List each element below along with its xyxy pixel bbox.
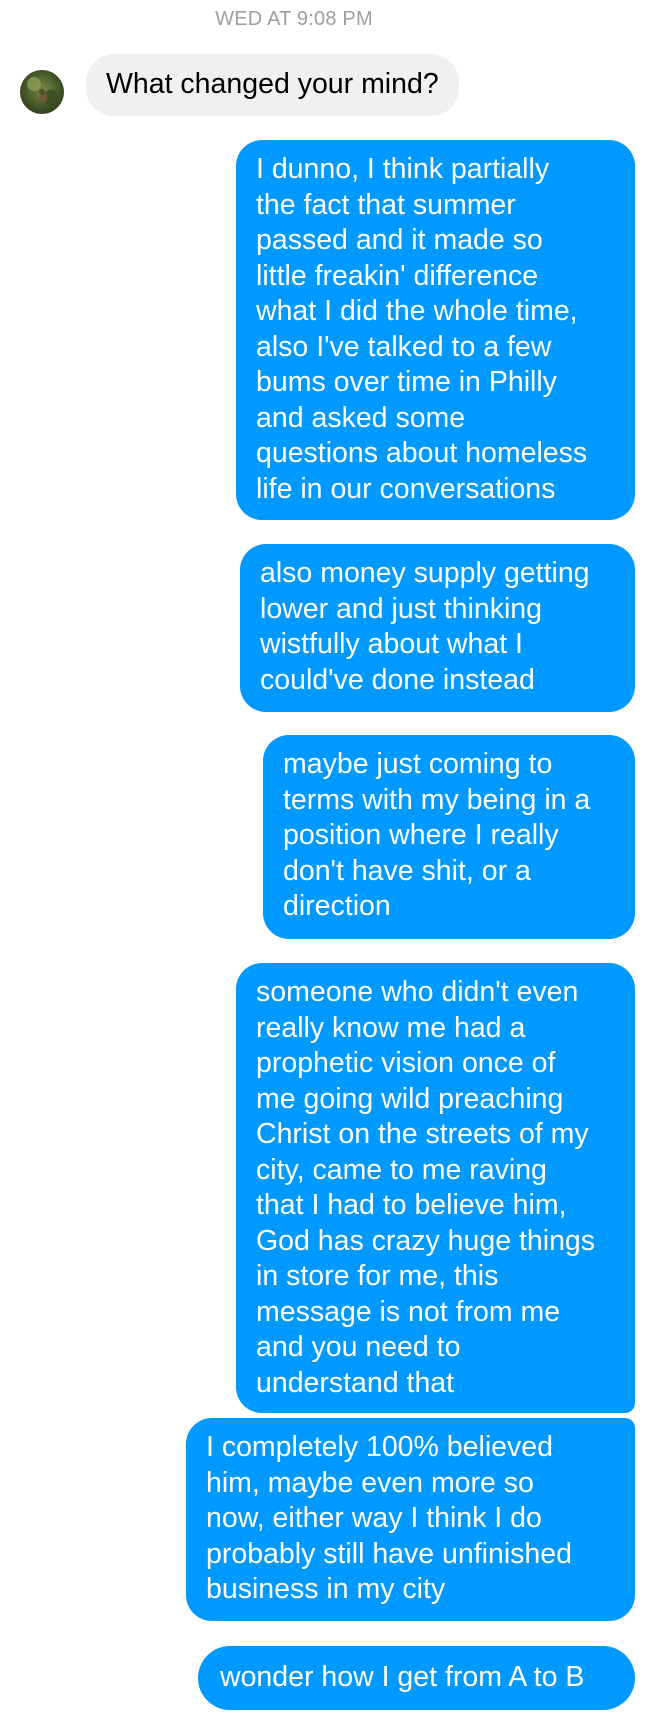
outgoing-message[interactable]: I dunno, I think partially the fact that…: [236, 140, 635, 520]
message-timestamp: WED AT 9:08 PM: [215, 8, 373, 30]
outgoing-message[interactable]: someone who didn't even really know me h…: [236, 963, 635, 1413]
outgoing-message[interactable]: maybe just coming to terms with my being…: [263, 735, 635, 939]
avatar-photo-icon: [20, 70, 64, 114]
outgoing-message[interactable]: wonder how I get from A to B: [198, 1646, 635, 1710]
outgoing-message[interactable]: also money supply getting lower and just…: [240, 544, 635, 712]
outgoing-message[interactable]: I completely 100% believed him, maybe ev…: [186, 1418, 635, 1621]
incoming-message[interactable]: What changed your mind?: [86, 54, 459, 116]
contact-avatar[interactable]: [20, 70, 64, 114]
